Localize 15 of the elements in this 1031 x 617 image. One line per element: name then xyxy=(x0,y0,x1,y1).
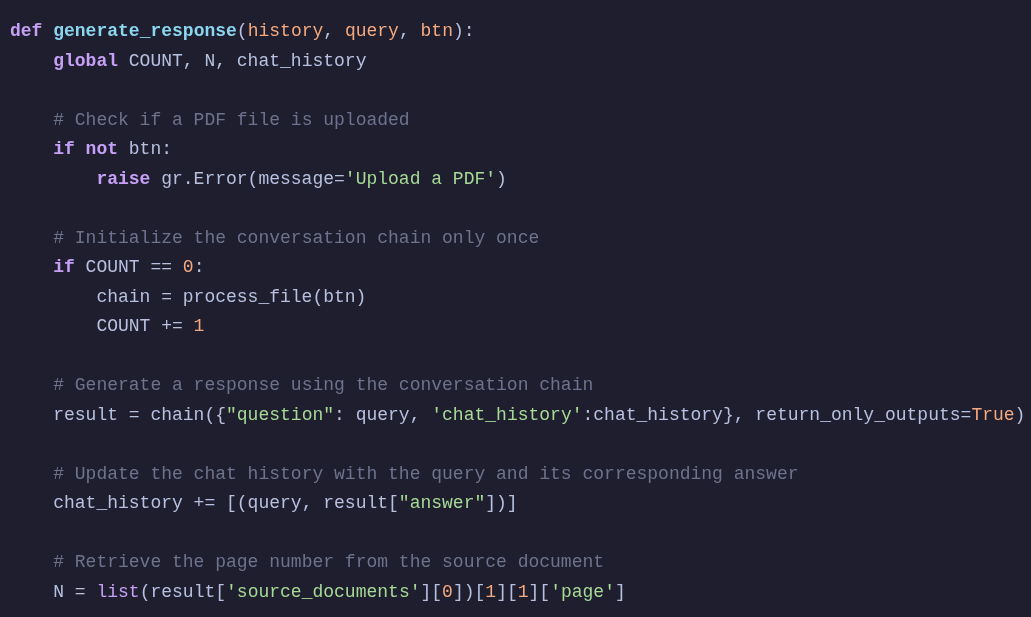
code-line: global COUNT, N, chat_history xyxy=(53,49,367,73)
code-line: # Generate a response using the conversation chain xyxy=(53,374,594,397)
code-line: # Initialize the conversation chain only once xyxy=(53,226,540,250)
code-line: COUNT += 1 xyxy=(96,315,205,338)
code-line: def generate_response(history, query, btn): xyxy=(10,20,475,43)
code-line: result = chain({"question": query, 'chat_history':chat_history}, return_only_outputs=True) xyxy=(53,403,1026,427)
code-line: if not btn: xyxy=(53,138,172,161)
code-line: N = list(result['source_documents'][0])[1][1]['page'] xyxy=(53,580,626,604)
code-line: # Check if a PDF file is uploaded xyxy=(53,108,410,132)
code-line: if COUNT == 0: xyxy=(53,256,205,279)
code-line: # Retrieve the page number from the source document xyxy=(53,551,605,574)
code-line: chat_history += [(query, result["answer"])] xyxy=(53,492,518,515)
code-line: chain = process_file(btn) xyxy=(96,285,367,309)
code-line: # Update the chat history with the query and its corresponding answer xyxy=(53,462,799,486)
code-line: raise gr.Error(message='Upload a PDF') xyxy=(96,167,507,191)
